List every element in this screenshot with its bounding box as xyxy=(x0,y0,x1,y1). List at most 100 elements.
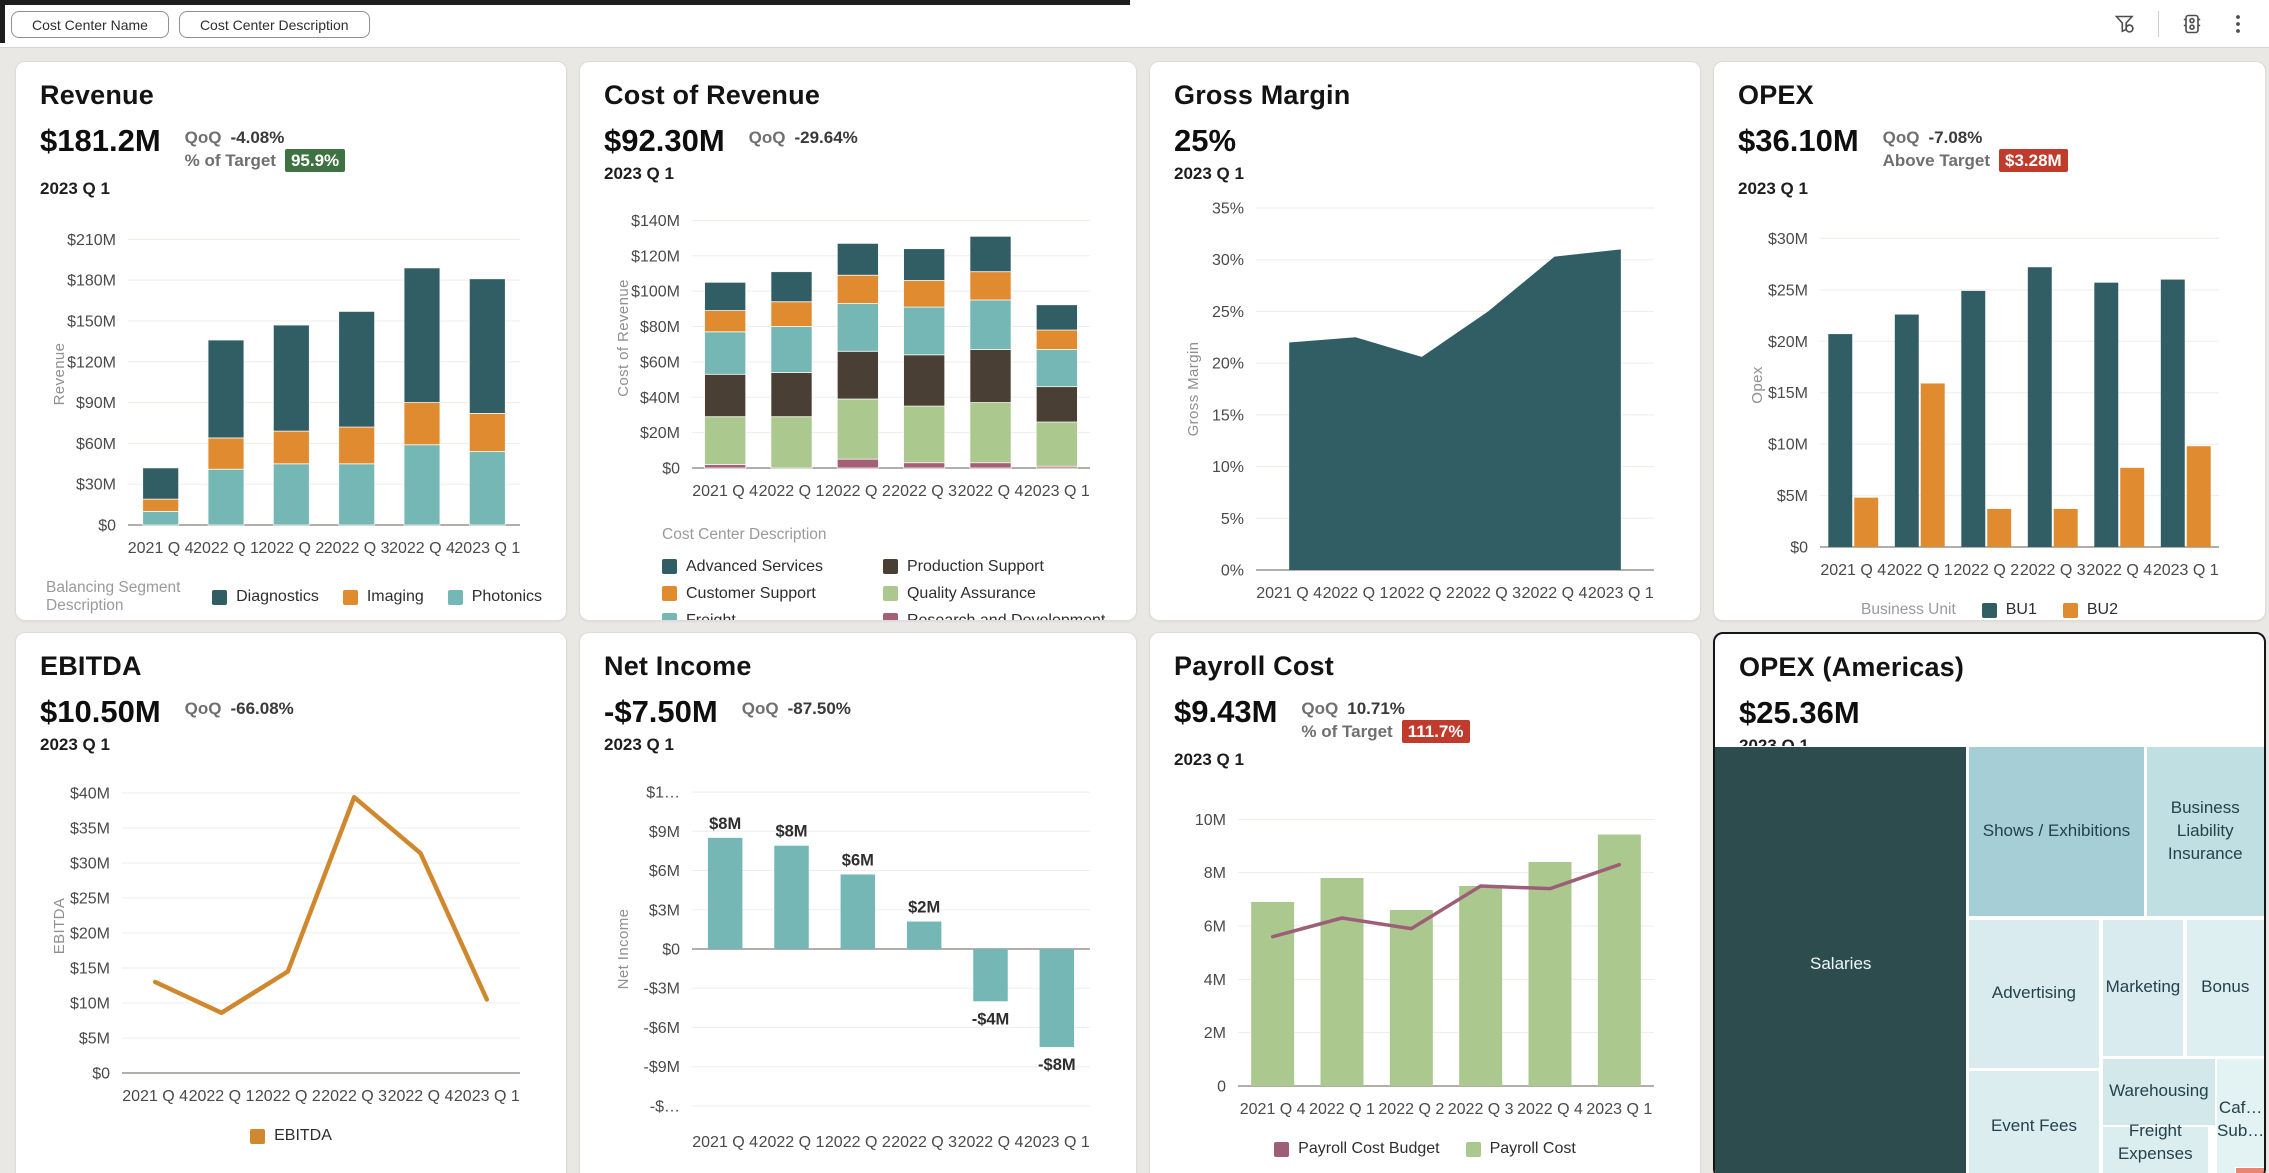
kpi-metrics: QoQ-66.08% xyxy=(185,695,294,720)
payroll-cost-combo-chart[interactable]: 02M4M6M8M10M2021 Q 42022 Q 12022 Q 22022… xyxy=(1174,780,1676,1130)
legend-item: BU2 xyxy=(2063,601,2118,619)
ebitda-line-chart[interactable]: $0$5M$10M$15M$20M$25M$30M$35M$40MEBITDA2… xyxy=(40,765,542,1117)
treemap-tile[interactable]: Event Fees xyxy=(1969,1071,2100,1173)
gross-margin-area-chart[interactable]: 0%5%10%15%20%25%30%35%Gross Margin2021 Q… xyxy=(1174,194,1676,614)
card-title: OPEX (Americas) xyxy=(1739,652,2240,683)
svg-text:2022 Q 1: 2022 Q 1 xyxy=(189,1088,255,1105)
svg-text:2021 Q 4: 2021 Q 4 xyxy=(692,483,758,500)
revenue-stacked-bar-chart[interactable]: $0$30M$60M$90M$120M$150M$180M$210MRevenu… xyxy=(40,209,542,569)
svg-text:$150M: $150M xyxy=(67,313,116,330)
opex-americas-treemap[interactable]: SalariesShows / ExhibitionsBusiness Liab… xyxy=(1715,747,2264,1173)
svg-text:2022 Q 3: 2022 Q 3 xyxy=(321,1088,387,1105)
net-income-bar-chart[interactable]: $1…$9M$6M$3M$0-$3M-$6M-$9M-$…Net Income$… xyxy=(604,765,1112,1163)
kpi-value: $10.50M xyxy=(40,695,161,728)
card-opex-americas[interactable]: OPEX (Americas) $25.36M 2023 Q 1 Salarie… xyxy=(1713,632,2266,1173)
kpi-metric: QoQ-29.64% xyxy=(749,126,858,149)
card-net-income[interactable]: Net Income -$7.50M QoQ-87.50% 2023 Q 1 $… xyxy=(579,632,1137,1173)
svg-text:Net Income: Net Income xyxy=(615,909,632,990)
chart-legend: Business UnitBU1BU2 xyxy=(1738,601,2241,619)
treemap-tile[interactable]: Warehousing xyxy=(2103,1059,2216,1125)
chart-legend: Balancing Segment DescriptionDiagnostics… xyxy=(40,579,542,615)
svg-text:2023 Q 1: 2023 Q 1 xyxy=(1024,1134,1090,1151)
treemap-tile[interactable]: Salaries xyxy=(1715,747,1966,1173)
svg-text:2023 Q 1: 2023 Q 1 xyxy=(454,540,520,557)
legend-swatch xyxy=(662,613,677,621)
treemap-tile[interactable]: Shows / Exhibitions xyxy=(1969,747,2145,916)
svg-text:$60M: $60M xyxy=(76,436,116,453)
stoplight-status-icon[interactable] xyxy=(2179,11,2205,37)
svg-text:15%: 15% xyxy=(1212,408,1244,425)
card-title: Revenue xyxy=(40,80,542,111)
treemap-tile[interactable]: Advertising xyxy=(1969,920,2100,1068)
legend-item: Photonics xyxy=(448,588,542,606)
svg-text:20%: 20% xyxy=(1212,356,1244,373)
screen-edge-artifact xyxy=(0,0,1130,5)
svg-text:10M: 10M xyxy=(1195,812,1226,829)
card-title: Net Income xyxy=(604,651,1112,682)
svg-text:$20M: $20M xyxy=(70,926,110,943)
svg-text:2022 Q 4: 2022 Q 4 xyxy=(388,1088,454,1105)
svg-text:-$9M: -$9M xyxy=(644,1060,680,1077)
svg-text:$60M: $60M xyxy=(640,355,680,372)
kebab-menu-icon[interactable] xyxy=(2225,11,2251,37)
svg-text:2023 Q 1: 2023 Q 1 xyxy=(1586,1101,1652,1118)
legend-title: Business Unit xyxy=(1861,601,1956,619)
treemap-tile[interactable] xyxy=(2236,1168,2264,1173)
kpi-value: -$7.50M xyxy=(604,695,718,728)
legend-item: Customer Support xyxy=(662,580,823,607)
legend-swatch xyxy=(883,559,898,574)
svg-text:2021 Q 4: 2021 Q 4 xyxy=(1240,1101,1306,1118)
card-gross-margin[interactable]: Gross Margin 25% 2023 Q 1 0%5%10%15%20%2… xyxy=(1149,61,1701,621)
filter-chip-cost-center-name[interactable]: Cost Center Name xyxy=(11,11,169,38)
svg-text:$5M: $5M xyxy=(1777,488,1808,505)
treemap-tile[interactable]: Caf… Sub… xyxy=(2217,1059,2264,1173)
kpi-metric: QoQ-87.50% xyxy=(742,697,851,720)
legend-item: Diagnostics xyxy=(212,588,319,606)
svg-text:2022 Q 1: 2022 Q 1 xyxy=(193,540,259,557)
svg-text:2022 Q 2: 2022 Q 2 xyxy=(1378,1101,1444,1118)
card-ebitda[interactable]: EBITDA $10.50M QoQ-66.08% 2023 Q 1 $0$5M… xyxy=(15,632,567,1173)
toolbar: Cost Center Name Cost Center Description xyxy=(0,0,2269,48)
filter-remove-icon[interactable] xyxy=(2112,11,2138,37)
svg-text:2022 Q 4: 2022 Q 4 xyxy=(958,1134,1024,1151)
card-opex[interactable]: OPEX $36.10M QoQ-7.08%Above Target$3.28M… xyxy=(1713,61,2266,621)
treemap-tile[interactable]: Bonus xyxy=(2187,920,2264,1056)
legend-swatch xyxy=(662,586,677,601)
svg-text:-$4M: -$4M xyxy=(972,1011,1010,1029)
card-cost-of-revenue[interactable]: Cost of Revenue $92.30M QoQ-29.64% 2023 … xyxy=(579,61,1137,621)
cost-of-revenue-stacked-bar-chart[interactable]: $0$20M$40M$60M$80M$100M$120M$140MCost of… xyxy=(604,194,1112,512)
kpi-value: $181.2M xyxy=(40,124,161,157)
svg-text:$0: $0 xyxy=(662,942,680,959)
svg-text:2023 Q 1: 2023 Q 1 xyxy=(1024,483,1090,500)
treemap-tile[interactable]: Business Liability Insurance xyxy=(2147,747,2264,916)
legend-item: Payroll Cost xyxy=(1466,1140,1576,1158)
svg-text:$2M: $2M xyxy=(908,899,940,917)
svg-text:$140M: $140M xyxy=(631,213,680,230)
svg-text:Opex: Opex xyxy=(1749,366,1766,404)
chart-legend: Payroll Cost BudgetPayroll Cost xyxy=(1174,1140,1676,1158)
legend-item: Freight xyxy=(662,607,823,621)
treemap-tile[interactable]: Freight Expenses on … xyxy=(2103,1127,2208,1173)
card-payroll-cost[interactable]: Payroll Cost $9.43M QoQ10.71%% of Target… xyxy=(1149,632,1701,1173)
svg-text:2022 Q 4: 2022 Q 4 xyxy=(1517,1101,1583,1118)
svg-text:$80M: $80M xyxy=(640,319,680,336)
treemap-tile[interactable]: Marketing xyxy=(2103,920,2184,1056)
svg-text:$1…: $1… xyxy=(646,785,680,802)
chart-legend: EBITDA xyxy=(40,1127,542,1145)
svg-text:0%: 0% xyxy=(1221,563,1244,580)
screen-edge-artifact xyxy=(0,5,5,43)
kpi-period: 2023 Q 1 xyxy=(1738,179,2241,199)
svg-text:$0: $0 xyxy=(1790,540,1808,557)
svg-text:2021 Q 4: 2021 Q 4 xyxy=(692,1134,758,1151)
toolbar-actions xyxy=(2112,11,2251,37)
svg-text:2022 Q 1: 2022 Q 1 xyxy=(1887,562,1953,579)
filter-chip-cost-center-description[interactable]: Cost Center Description xyxy=(179,11,370,38)
card-revenue[interactable]: Revenue $181.2M QoQ-4.08%% of Target95.9… xyxy=(15,61,567,621)
opex-grouped-bar-chart[interactable]: $0$5M$10M$15M$20M$25M$30MOpex2021 Q 4202… xyxy=(1738,209,2241,591)
svg-text:2022 Q 2: 2022 Q 2 xyxy=(1389,585,1455,602)
legend-swatch xyxy=(212,590,227,605)
kpi-metrics: QoQ-87.50% xyxy=(742,695,851,720)
svg-text:2022 Q 1: 2022 Q 1 xyxy=(1323,585,1389,602)
card-title: Cost of Revenue xyxy=(604,80,1112,111)
svg-text:2022 Q 3: 2022 Q 3 xyxy=(1455,585,1521,602)
